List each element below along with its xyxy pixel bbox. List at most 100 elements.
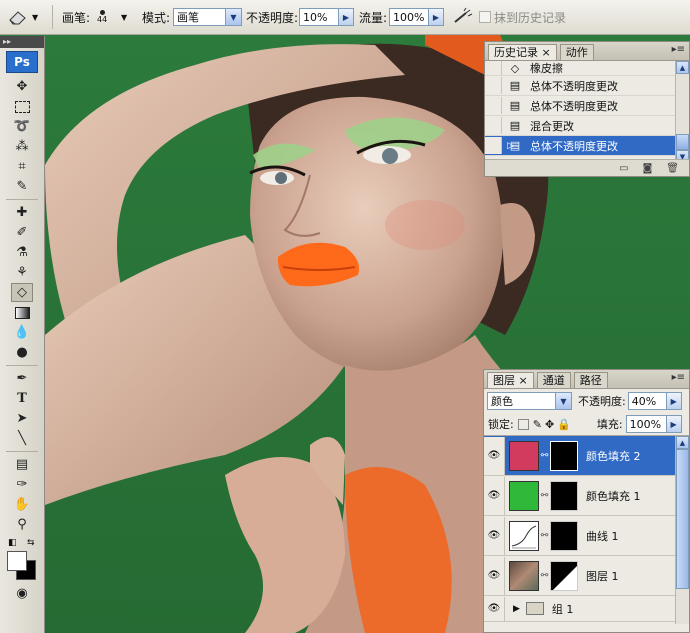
layer-row[interactable]: 👁 ⚯ 图层 1 [484, 556, 689, 596]
eye-icon[interactable]: 👁 [484, 516, 505, 555]
lock-position-icon[interactable]: ✥ [545, 418, 554, 431]
opacity-input[interactable]: 10% ▶ [299, 8, 354, 26]
expand-arrow-icon[interactable]: ▶ [513, 604, 520, 614]
list-item[interactable]: ◇ 橡皮擦 [485, 61, 689, 76]
close-icon[interactable]: × [519, 374, 528, 387]
marquee-tool-icon[interactable] [11, 97, 33, 116]
slice-tool-icon[interactable]: ✎ [11, 177, 33, 196]
snapshot-source-box[interactable] [485, 97, 502, 114]
brush-picker[interactable]: 44 [97, 0, 107, 34]
fill-input[interactable]: 100% ▶ [625, 415, 682, 433]
pen-tool-icon[interactable]: ✒ [11, 369, 33, 388]
layer-mask-thumbnail[interactable] [550, 440, 578, 471]
brush-dropdown-icon[interactable]: ▼ [121, 0, 127, 34]
scroll-up-icon[interactable]: ▲ [676, 61, 689, 74]
layer-mask-thumbnail[interactable] [550, 480, 578, 511]
snapshot-source-box[interactable] [485, 117, 502, 134]
scroll-thumb[interactable] [676, 449, 689, 589]
type-tool-icon[interactable]: T [11, 389, 33, 408]
gradient-tool-icon[interactable] [11, 303, 33, 322]
list-item-selected[interactable]: ▷ ▤ 总体不透明度更改 [485, 136, 689, 156]
lock-image-icon[interactable]: ✎ [533, 418, 542, 431]
eraser-icon: ◇ [510, 61, 520, 75]
opacity-slider-arrow-icon[interactable]: ▶ [338, 9, 353, 25]
snapshot-source-box[interactable] [485, 61, 502, 75]
foreground-color-swatch[interactable] [7, 551, 27, 571]
healing-brush-tool-icon[interactable]: ✚ [11, 203, 33, 222]
tool-preset-picker[interactable]: ▼ [6, 0, 38, 34]
layers-scrollbar[interactable]: ▲ [675, 436, 689, 624]
lasso-tool-icon[interactable]: ➰ [11, 117, 33, 136]
chain-link-icon[interactable]: ⚯ [540, 571, 549, 581]
opacity-label: 不透明度: [246, 10, 299, 25]
clone-stamp-tool-icon[interactable]: ⚗ [11, 243, 33, 262]
scroll-thumb[interactable] [676, 134, 689, 150]
move-tool-icon[interactable]: ✥ [11, 77, 33, 96]
snapshot-source-box[interactable] [485, 137, 502, 154]
toolbox-grip[interactable]: ▸▸ [0, 36, 44, 48]
lock-all-icon[interactable]: 🔒 [557, 418, 571, 431]
path-selection-tool-icon[interactable]: ➤ [11, 409, 33, 428]
tab-channels[interactable]: 通道 [536, 372, 571, 388]
notes-tool-icon[interactable]: ▤ [11, 455, 33, 474]
chain-link-icon[interactable]: ⚯ [540, 491, 549, 501]
history-slider-icon[interactable]: ▷ [507, 141, 514, 151]
new-document-from-state-icon[interactable]: ▭ [619, 163, 628, 174]
blend-mode-select[interactable]: 颜色 ▼ [487, 392, 572, 410]
swap-colors-icon[interactable]: ⇆ [27, 538, 35, 548]
lock-label: 锁定: [488, 418, 514, 431]
history-scrollbar[interactable]: ▲ ▼ [675, 61, 689, 161]
tab-actions[interactable]: 动作 [559, 44, 594, 60]
tab-history[interactable]: 历史记录 × [488, 44, 557, 60]
list-item[interactable]: ▤ 混合更改 [485, 116, 689, 136]
new-snapshot-icon[interactable]: ◙ [643, 163, 653, 174]
history-brush-tool-icon[interactable]: ⚘ [11, 263, 33, 282]
fill-slider-arrow-icon[interactable]: ▶ [665, 416, 681, 432]
opacity-slider-arrow-icon[interactable]: ▶ [665, 393, 681, 409]
ps-logo[interactable]: Ps [6, 51, 38, 73]
chain-link-icon[interactable]: ⚯ [540, 451, 549, 461]
panel-menu-icon[interactable]: ▸≡ [672, 372, 685, 383]
list-item[interactable]: ▤ 总体不透明度更改 [485, 96, 689, 116]
default-colors-icon[interactable]: ◧ [8, 538, 17, 548]
brush-tool-icon[interactable]: ✐ [11, 223, 33, 242]
layer-opacity-input[interactable]: 40% ▶ [627, 392, 682, 410]
line-tool-icon[interactable]: ╲ [11, 429, 33, 448]
magic-wand-tool-icon[interactable]: ⁂ [11, 137, 33, 156]
layer-group-row[interactable]: 👁 ▶ 组 1 [484, 596, 689, 622]
panel-menu-icon[interactable]: ▸≡ [672, 44, 685, 55]
blur-tool-icon[interactable]: 💧 [11, 323, 33, 342]
delete-icon[interactable]: 🗑 [666, 163, 679, 174]
quick-mask-icon[interactable]: ◉ [11, 584, 33, 603]
eye-icon[interactable]: 👁 [484, 596, 505, 621]
tab-paths[interactable]: 路径 [573, 372, 608, 388]
zoom-tool-icon[interactable]: ⚲ [11, 515, 33, 534]
tab-layers[interactable]: 图层 × [487, 372, 534, 388]
layers-panel: 图层 × 通道 路径 ▸≡ 颜色 ▼ 不透明度: 40% ▶ 锁定: ✎ ✥ 🔒… [483, 369, 690, 633]
eyedropper-tool-icon[interactable]: ✑ [11, 475, 33, 494]
erase-history-checkbox[interactable] [479, 11, 491, 23]
hand-tool-icon[interactable]: ✋ [11, 495, 33, 514]
layer-row[interactable]: 👁 ⚯ 颜色填充 1 [484, 476, 689, 516]
flow-slider-arrow-icon[interactable]: ▶ [428, 9, 443, 25]
scroll-up-icon[interactable]: ▲ [676, 436, 689, 449]
dodge-tool-icon[interactable]: ● [11, 343, 33, 362]
close-icon[interactable]: × [542, 46, 551, 59]
layer-mask-thumbnail[interactable] [550, 520, 578, 551]
lock-transparent-icon[interactable] [517, 418, 529, 430]
layer-row[interactable]: 👁 ⚯ 曲线 1 [484, 516, 689, 556]
list-item[interactable]: ▤ 总体不透明度更改 [485, 76, 689, 96]
eraser-tool-icon[interactable]: ◇ [11, 283, 33, 302]
chain-link-icon[interactable]: ⚯ [540, 531, 549, 541]
snapshot-source-box[interactable] [485, 77, 502, 94]
scroll-track[interactable] [676, 74, 689, 134]
eye-icon[interactable]: 👁 [484, 556, 505, 595]
layer-row[interactable]: 👁 ⚯ 颜色填充 2 [484, 436, 689, 476]
mode-select[interactable]: 画笔 ▼ [173, 8, 242, 26]
crop-tool-icon[interactable]: ⌗ [11, 157, 33, 176]
layer-mask-thumbnail[interactable] [550, 560, 578, 591]
eye-icon[interactable]: 👁 [484, 476, 505, 515]
eye-icon[interactable]: 👁 [484, 436, 505, 475]
airbrush-button[interactable] [452, 0, 474, 34]
flow-input[interactable]: 100% ▶ [389, 8, 444, 26]
